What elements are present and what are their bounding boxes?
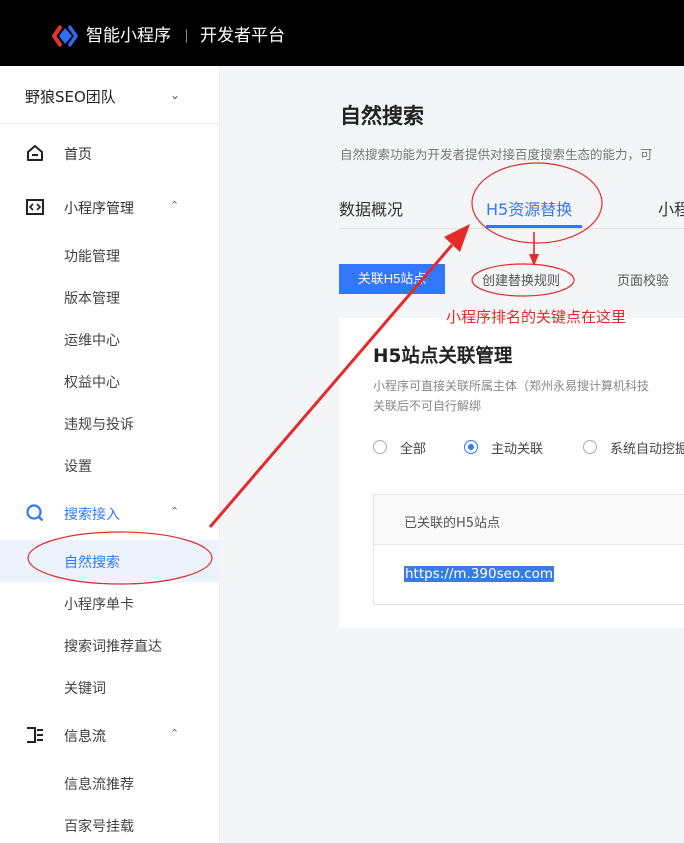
tab-h5-resource-replace[interactable]: H5资源替换 [486,196,572,220]
h5-site-card: H5站点关联管理 小程序可直接关联所属主体（郑州永易搜计算机科技 关联后不可自行… [339,318,684,628]
sidebar-item-label: 信息流推荐 [64,777,134,793]
sidebar-item-ops-center[interactable]: 运维中心 [0,318,220,360]
brand-divider [186,29,187,43]
sidebar-item-label: 运维中心 [64,333,120,349]
radio-auto-mine-label[interactable]: 系统自动挖掘 [610,438,684,457]
brand-subtitle: 开发者平台 [200,26,285,46]
page-title: 自然搜索 [340,104,424,128]
radio-active-link-label[interactable]: 主动关联 [491,438,543,457]
sidebar-item-natural-search[interactable]: 自然搜索 [0,540,220,582]
chevron-up-icon: ⌃ [170,727,180,740]
radio-active-link[interactable] [464,440,478,454]
linked-sites-table: 已关联的H5站点 https://m.390seo.com [373,494,684,605]
tab-divider [339,228,684,229]
sidebar-item-label: 百家号挂载 [64,819,134,835]
card-description: 小程序可直接关联所属主体（郑州永易搜计算机科技 关联后不可自行解绑 [373,376,649,416]
link-h5-site-button[interactable]: 关联H5站点 [339,264,445,294]
sidebar-item-label: 信息流 [64,729,106,745]
sidebar-item-label: 首页 [64,147,92,163]
card-desc-line: 小程序可直接关联所属主体（郑州永易搜计算机科技 [373,379,650,393]
radio-auto-mine[interactable] [583,440,597,454]
sidebar-item-feature-manage[interactable]: 功能管理 [0,234,220,276]
top-bar: 智能小程序 开发者平台 [0,0,684,66]
sidebar-item-label: 搜索词推荐直达 [64,639,162,655]
tab-active-indicator [486,225,582,228]
sidebar-item-feed[interactable]: 信息流 ⌃ [0,714,220,756]
sidebar-item-keywords[interactable]: 关键词 [0,666,220,708]
table-header-cell: 已关联的H5站点 [404,516,501,531]
radio-all-label[interactable]: 全部 [400,438,426,457]
search-icon [26,504,44,522]
chevron-down-icon: ⌄ [170,88,181,102]
create-replace-rule-tab[interactable]: 创建替换规则 [482,270,560,289]
chevron-up-icon: ⌃ [170,505,180,518]
sidebar-item-label: 小程序单卡 [64,597,134,613]
page-verify-tab[interactable]: 页面校验 [617,270,669,289]
sidebar-item-miniprogram-manage[interactable]: 小程序管理 ⌃ [0,186,220,228]
sidebar-item-home[interactable]: 首页 [0,132,220,174]
team-name: 野狼SEO团队 [25,88,116,106]
sidebar: 野狼SEO团队 ⌄ 首页 小程序管理 ⌃ 功能管理 版本管理 运维中心 权益中心… [0,66,220,843]
sidebar-item-label: 设置 [64,459,92,475]
sidebar-item-settings[interactable]: 设置 [0,444,220,486]
sidebar-item-label: 小程序管理 [64,201,134,217]
sidebar-item-label: 违规与投诉 [64,417,134,433]
sidebar-item-label: 功能管理 [64,249,120,265]
sidebar-item-label: 权益中心 [64,375,120,391]
brand-name: 智能小程序 [86,26,171,46]
sidebar-item-label: 搜索接入 [64,507,120,523]
sidebar-item-feed-recommend[interactable]: 信息流推荐 [0,762,220,804]
card-desc-line: 关联后不可自行解绑 [373,399,482,413]
page-description: 自然搜索功能为开发者提供对接百度搜索生态的能力，可 [340,147,653,162]
sidebar-item-baijiahao[interactable]: 百家号挂载 [0,804,220,843]
sidebar-item-label: 自然搜索 [64,555,120,571]
logo-icon [52,25,78,47]
sidebar-item-benefits-center[interactable]: 权益中心 [0,360,220,402]
sidebar-item-label: 关键词 [64,681,106,697]
sidebar-item-violations[interactable]: 违规与投诉 [0,402,220,444]
sidebar-item-label: 版本管理 [64,291,120,307]
code-box-icon [26,199,44,215]
sidebar-item-search-access[interactable]: 搜索接入 ⌃ [0,492,220,534]
sidebar-item-version-manage[interactable]: 版本管理 [0,276,220,318]
chevron-up-icon: ⌃ [170,199,180,212]
card-title: H5站点关联管理 [373,346,513,367]
home-icon [27,145,43,161]
main-content: 自然搜索 自然搜索功能为开发者提供对接百度搜索生态的能力，可 数据概况 H5资源… [220,66,684,843]
radio-all[interactable] [373,440,387,454]
annotation-note: 小程序排名的关键点在这里 [446,308,627,326]
sidebar-item-keyword-direct[interactable]: 搜索词推荐直达 [0,624,220,666]
team-selector[interactable]: 野狼SEO团队 ⌄ [0,66,220,124]
table-header-row: 已关联的H5站点 [374,495,684,545]
table-cell-url[interactable]: https://m.390seo.com [404,566,555,582]
tab-miniprogram[interactable]: 小程 [658,196,684,220]
tab-data-overview[interactable]: 数据概况 [339,196,403,220]
feed-icon [27,727,43,743]
sidebar-item-single-card[interactable]: 小程序单卡 [0,582,220,624]
